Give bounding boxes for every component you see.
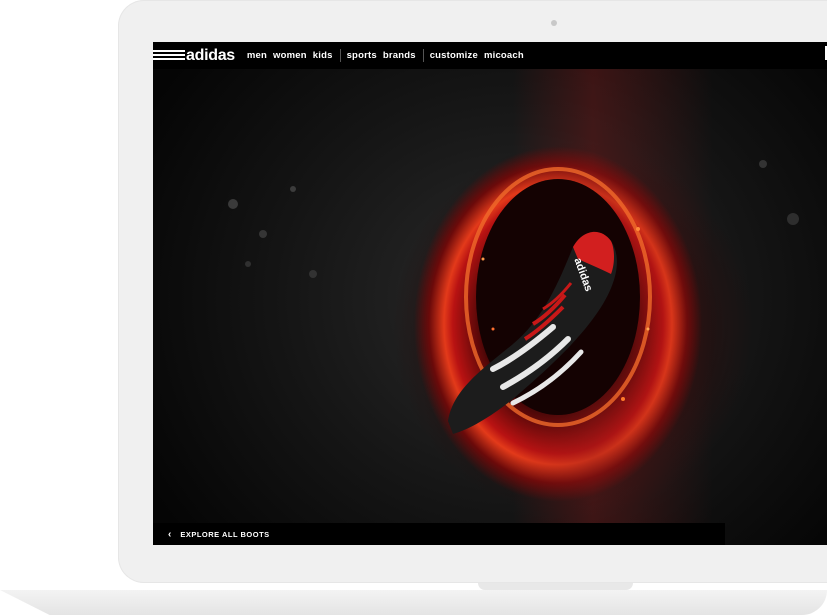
adidas-logo[interactable]: adidas xyxy=(153,42,235,69)
chevron-left-icon[interactable]: ‹ xyxy=(168,529,171,540)
nav-sports[interactable]: sports xyxy=(347,50,377,61)
nav-men[interactable]: men xyxy=(247,50,267,61)
nav-group-tools: customize micoach xyxy=(424,50,524,61)
hero-image-eye: adidas xyxy=(153,69,827,545)
laptop-base xyxy=(0,590,827,615)
laptop-hinge xyxy=(478,583,633,590)
football-boot-illustration: adidas xyxy=(228,160,799,434)
nav-group-sports: sports brands xyxy=(341,50,416,61)
nav-customize[interactable]: customize xyxy=(430,50,478,61)
three-stripes-icon xyxy=(153,49,185,63)
explore-all-boots-link[interactable]: EXPLORE ALL BOOTS xyxy=(180,530,269,539)
explore-bar: ‹ EXPLORE ALL BOOTS xyxy=(153,523,725,545)
camera-icon xyxy=(551,20,557,26)
nav-group-people: men women kids xyxy=(235,50,333,61)
nav-brands[interactable]: brands xyxy=(383,50,416,61)
nav-micoach[interactable]: micoach xyxy=(484,50,524,61)
nav-kids[interactable]: kids xyxy=(313,50,333,61)
top-navigation: adidas men women kids sports brands cust… xyxy=(153,42,827,69)
logo-text: adidas xyxy=(186,46,235,64)
nav-women[interactable]: women xyxy=(273,50,307,61)
browser-screen: adidas men women kids sports brands cust… xyxy=(153,42,827,545)
